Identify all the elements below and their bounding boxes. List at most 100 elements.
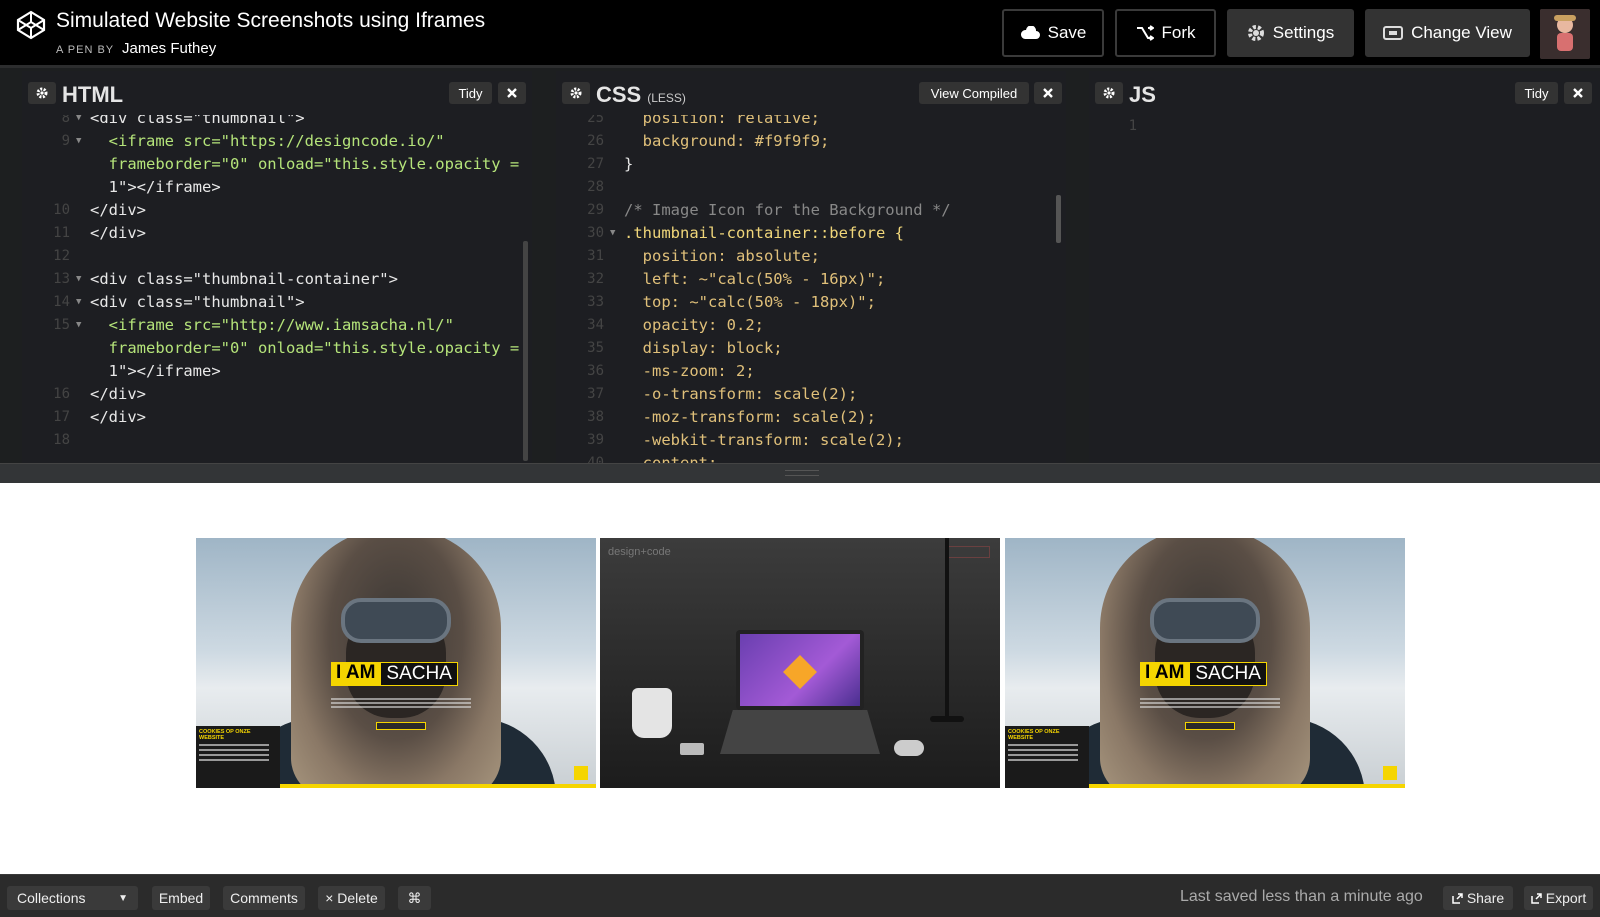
code-line[interactable]: 15 ▼ <iframe src="http://www.iamsacha.nl/… xyxy=(22,314,532,337)
save-label: Save xyxy=(1047,23,1087,42)
css-code-area[interactable]: 25 position: relative; 26 background: #f9… xyxy=(556,115,1066,463)
thumbnail-designcode[interactable]: design+code xyxy=(600,538,1000,788)
code-line[interactable]: 9 ▼ <iframe src="https://designcode.io/" xyxy=(22,130,532,153)
share-button[interactable]: Share xyxy=(1443,886,1513,910)
author-link[interactable]: James Futhey xyxy=(122,40,216,57)
code-line[interactable]: 18 xyxy=(22,429,532,452)
thumbnail-iamsacha-2[interactable]: I AM SACHA COOKIES OP ONZE WEBSITE xyxy=(1005,538,1405,788)
code-line[interactable]: 17 </div> xyxy=(22,406,532,429)
code-line[interactable]: 30 ▼ .thumbnail-container::before { xyxy=(556,222,1066,245)
code-line[interactable]: 29 /* Image Icon for the Background */ xyxy=(556,199,1066,222)
html-tidy-button[interactable]: Tidy xyxy=(449,82,492,104)
sketch-diamond-icon xyxy=(783,655,817,689)
code-line[interactable]: 25 position: relative; xyxy=(556,115,1066,130)
change-view-button[interactable]: Change View xyxy=(1365,9,1530,57)
line-number: 39 xyxy=(587,432,604,448)
code-text: <iframe src="https://designcode.io/" xyxy=(90,132,445,150)
code-line[interactable]: 28 xyxy=(556,176,1066,199)
code-line[interactable]: 40 content: xyxy=(556,452,1066,463)
code-line[interactable]: 31 position: absolute; xyxy=(556,245,1066,268)
fork-button[interactable]: Fork xyxy=(1115,9,1216,57)
code-line[interactable]: 12 xyxy=(22,245,532,268)
css-close-button[interactable] xyxy=(1034,82,1062,104)
pen-title[interactable]: Simulated Website Screenshots using Ifra… xyxy=(56,9,485,33)
collections-dropdown[interactable]: Collections ▼ xyxy=(7,886,138,910)
code-line[interactable]: 8 ▼ <div class="thumbnail"> xyxy=(22,115,532,130)
html-scrollbar[interactable] xyxy=(523,241,528,461)
embed-button[interactable]: Embed xyxy=(152,886,210,910)
html-settings-button[interactable] xyxy=(28,82,56,104)
badge-sacha: SACHA xyxy=(1189,662,1267,686)
share-icon xyxy=(1452,892,1463,904)
fold-arrow-icon[interactable]: ▼ xyxy=(76,130,81,153)
user-avatar[interactable] xyxy=(1540,9,1590,59)
editor-resize-bar[interactable] xyxy=(0,463,1600,483)
line-number: 37 xyxy=(587,386,604,402)
fold-arrow-icon[interactable]: ▼ xyxy=(76,268,81,291)
fold-arrow-icon[interactable]: ▼ xyxy=(610,222,615,245)
by-label: A PEN BY xyxy=(56,44,114,56)
export-button[interactable]: Export xyxy=(1524,886,1593,910)
code-line[interactable]: 37 -o-transform: scale(2); xyxy=(556,383,1066,406)
js-editor[interactable]: JS Tidy 1 xyxy=(1089,71,1600,463)
line-number: 29 xyxy=(587,202,604,218)
layout-icon xyxy=(1383,26,1404,40)
js-close-button[interactable] xyxy=(1564,82,1592,104)
view-compiled-button[interactable]: View Compiled xyxy=(919,82,1029,104)
badge-iam: I AM xyxy=(331,662,381,686)
code-line[interactable]: 39 -webkit-transform: scale(2); xyxy=(556,429,1066,452)
html-editor[interactable]: HTML Tidy 8 ▼ <div class="thumbnail"> 9 ▼ <i… xyxy=(22,71,532,463)
code-line[interactable]: 27} xyxy=(556,153,1066,176)
code-line[interactable]: 33 top: ~"calc(50% - 18px)"; xyxy=(556,291,1066,314)
code-line[interactable]: 1"></iframe> xyxy=(22,176,532,199)
code-line[interactable]: 1 xyxy=(1089,115,1600,138)
code-line[interactable]: 11 </div> xyxy=(22,222,532,245)
pen-header: Simulated Website Screenshots using Ifra… xyxy=(0,0,1600,68)
code-line[interactable]: 36 -ms-zoom: 2; xyxy=(556,360,1066,383)
code-line[interactable]: 13 ▼ <div class="thumbnail-container"> xyxy=(22,268,532,291)
css-editor[interactable]: CSS (LESS) View Compiled 25 position: rel… xyxy=(556,71,1066,463)
cookie-title: COOKIES OP ONZE WEBSITE xyxy=(1008,729,1060,741)
code-text: -moz-transform: scale(2); xyxy=(624,408,876,426)
code-line[interactable]: frameborder="0" onload="this.style.opaci… xyxy=(22,153,532,176)
code-line[interactable]: 34 opacity: 0.2; xyxy=(556,314,1066,337)
css-scrollbar[interactable] xyxy=(1056,195,1061,243)
yellow-bar xyxy=(280,784,596,788)
pen-author-line: A PEN BY James Futhey xyxy=(56,40,216,57)
nikon-logo-icon xyxy=(574,766,588,780)
code-line[interactable]: 32 left: ~"calc(50% - 16px)"; xyxy=(556,268,1066,291)
delete-button[interactable]: × Delete xyxy=(318,886,385,910)
code-line[interactable]: 10 </div> xyxy=(22,199,532,222)
comments-button[interactable]: Comments xyxy=(223,886,305,910)
share-label: Share xyxy=(1466,890,1505,906)
code-line[interactable]: frameborder="0" onload="this.style.opaci… xyxy=(22,337,532,360)
css-settings-button[interactable] xyxy=(562,82,590,104)
code-text: -o-transform: scale(2); xyxy=(624,385,858,403)
thumbnail-iamsacha-1[interactable]: I AM SACHA COOKIES OP ONZE WEBSITE xyxy=(196,538,596,788)
code-line[interactable]: 26 background: #f9f9f9; xyxy=(556,130,1066,153)
fold-arrow-icon[interactable]: ▼ xyxy=(76,115,81,130)
resize-grip-icon[interactable] xyxy=(785,470,819,476)
keyboard-shortcuts-button[interactable]: ⌘ xyxy=(398,886,431,910)
js-code-area[interactable]: 1 xyxy=(1089,115,1600,463)
codepen-logo-icon[interactable] xyxy=(16,10,46,40)
code-line[interactable]: 14 ▼ <div class="thumbnail"> xyxy=(22,291,532,314)
line-number: 34 xyxy=(587,317,604,333)
code-line[interactable]: 1"></iframe> xyxy=(22,360,532,383)
code-line[interactable]: 16 </div> xyxy=(22,383,532,406)
js-settings-button[interactable] xyxy=(1095,82,1123,104)
settings-button[interactable]: Settings xyxy=(1227,9,1354,57)
html-code-area[interactable]: 8 ▼ <div class="thumbnail"> 9 ▼ <iframe src=… xyxy=(22,115,532,463)
save-button[interactable]: Save xyxy=(1002,9,1104,57)
code-text: frameborder="0" onload="this.style.opaci… xyxy=(90,339,520,357)
fold-arrow-icon[interactable]: ▼ xyxy=(76,291,81,314)
lamp-pole xyxy=(945,538,949,718)
line-number: 30 xyxy=(587,225,604,241)
fold-arrow-icon[interactable]: ▼ xyxy=(76,314,81,337)
code-line[interactable]: 35 display: block; xyxy=(556,337,1066,360)
html-close-button[interactable] xyxy=(498,82,526,104)
code-text: background: #f9f9f9; xyxy=(624,132,830,150)
js-tidy-button[interactable]: Tidy xyxy=(1515,82,1558,104)
code-line[interactable]: 38 -moz-transform: scale(2); xyxy=(556,406,1066,429)
editors-panel: HTML Tidy 8 ▼ <div class="thumbnail"> 9 ▼ <i… xyxy=(0,71,1600,463)
